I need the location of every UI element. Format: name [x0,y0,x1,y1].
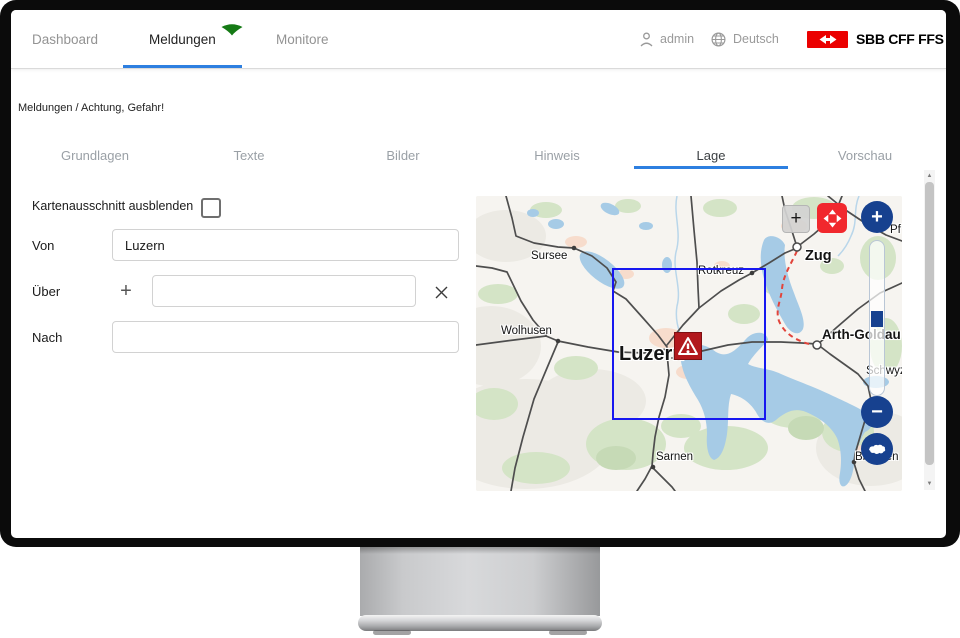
monitor-foot-right [549,630,587,635]
zoom-slider[interactable] [869,240,885,396]
top-navbar: Dashboard Meldungen Monitore admin Deutsch [11,10,946,69]
scrollbar-thumb[interactable] [925,182,934,465]
move-icon [823,209,842,228]
nav-item-meldungen[interactable]: Meldungen [149,10,243,68]
tab-label: Hinweis [534,148,580,163]
tab-label: Vorschau [838,148,892,163]
tab-label: Texte [233,148,264,163]
tab-hinweis[interactable]: Hinweis [480,138,634,172]
nav-item-label: Monitore [276,32,329,47]
clear-via-button[interactable] [431,282,451,302]
close-icon [435,286,448,299]
switzerland-icon [867,442,888,456]
monitor-stand [360,547,600,616]
tab-label: Bilder [386,148,419,163]
monitor-bezel: Dashboard Meldungen Monitore admin Deutsch [0,0,960,547]
monitor-base [358,615,602,631]
user-menu[interactable]: admin [640,10,694,68]
nav-item-label: Meldungen [149,32,216,47]
hide-map-label: Kartenausschnitt ausblenden [32,199,193,213]
hazard-marker[interactable] [674,332,702,360]
nav-item-label: Dashboard [32,32,98,47]
globe-icon [711,32,726,47]
brand-text: SBB CFF FFS [856,31,944,47]
monitor-foot-left [373,630,411,635]
zoom-slider-handle[interactable] [871,311,883,327]
language-label: Deutsch [733,32,779,46]
warning-icon [674,332,702,360]
ueber-input[interactable] [152,275,416,307]
zoom-out-button[interactable]: − [861,396,893,428]
scrollbar-down-arrow-icon[interactable]: ▼ [924,478,935,490]
language-menu[interactable]: Deutsch [711,10,779,68]
reset-extent-button[interactable] [861,433,893,465]
hide-map-checkbox[interactable] [201,198,221,218]
person-icon [640,32,653,47]
tab-lage[interactable]: Lage [634,138,788,172]
nav-item-monitore[interactable]: Monitore [276,10,329,68]
map-label-zug: Zug [805,248,832,264]
map-container[interactable]: SurseeWolhusenLuzernRotkreuzZugArth-Gold… [476,196,902,491]
tab-bilder[interactable]: Bilder [326,138,480,172]
user-name: admin [660,32,694,46]
add-via-button[interactable]: + [115,280,137,302]
nav-item-dashboard[interactable]: Dashboard [32,10,98,68]
zoom-in-button[interactable]: + [861,201,893,233]
pan-tool-button[interactable] [817,203,847,233]
map-label-pf: Pf [890,224,901,236]
scrollbar[interactable]: ▲ ▼ [924,170,935,490]
tab-label: Grundlagen [61,148,129,163]
map-label-sursee: Sursee [531,250,567,262]
breadcrumb: Meldungen / Achtung, Gefahr! [18,102,164,114]
map-label-arth-goldau: Arth-Goldau [822,327,901,342]
sbb-logo-icon [807,31,848,48]
nach-input[interactable] [112,321,459,353]
map-label-sarnen: Sarnen [656,451,693,463]
scrollbar-up-arrow-icon[interactable]: ▲ [924,170,935,182]
tab-texte[interactable]: Texte [172,138,326,172]
tab-grundlagen[interactable]: Grundlagen [18,138,172,172]
map-secondary-plus-button[interactable]: + [782,205,810,233]
tab-bar: Grundlagen Texte Bilder Hinweis Lage Vorschau [18,138,942,172]
ueber-label: Über [32,284,60,299]
nach-label: Nach [32,330,62,345]
tab-label: Lage [697,148,726,163]
tab-vorschau[interactable]: Vorschau [788,138,942,172]
von-label: Von [32,238,54,253]
screen: Dashboard Meldungen Monitore admin Deutsch [11,10,946,538]
map-label-wolhusen: Wolhusen [501,325,552,337]
von-input[interactable] [112,229,459,261]
notification-badge-icon [221,24,243,36]
brand: SBB CFF FFS [807,10,944,68]
